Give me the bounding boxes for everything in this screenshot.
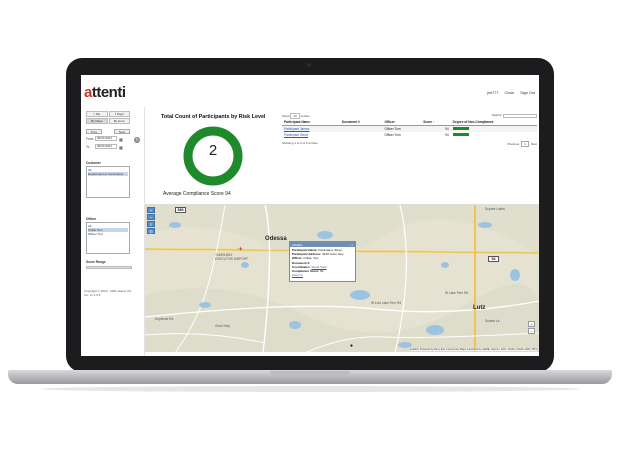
customer-label: Customer (86, 161, 101, 165)
participant-count: 2 (208, 142, 218, 159)
next-page-link[interactable]: Next (531, 142, 537, 146)
from-label: From (86, 137, 94, 141)
map-zoom-controls: + − (528, 321, 535, 334)
map-attribution: Leaflet | Powered by Esri | Esri Communi… (409, 348, 537, 351)
prev-page-link[interactable]: Previous (507, 142, 519, 146)
score-range-slider[interactable] (86, 266, 132, 269)
date-range-tabs: < Mo 7 Days By Days By Hour (86, 111, 130, 124)
map-label-airport: TAMPA BAY EXECUTIVE AIRPORT (215, 253, 248, 261)
map-label-keystone: Keystone Rd (155, 317, 174, 321)
highway-589-shield: 589 (175, 207, 186, 213)
zoom-in-icon[interactable]: + (147, 207, 155, 213)
officer-label: Officer (86, 217, 97, 221)
customer-listbox[interactable]: All Department of Corrections (86, 166, 130, 198)
tab-by-days[interactable]: By Days (86, 118, 108, 124)
main-content: Total Count of Participants by Risk Leve… (145, 107, 539, 356)
page-length: Show 10 entries (282, 112, 310, 119)
non-compliance-cell (451, 132, 537, 138)
map-label-lutz: Lutz (473, 305, 486, 311)
table-search: Search: (491, 113, 537, 118)
highway-54-shield: 54 (488, 256, 499, 262)
popup-score-value: 94 (320, 269, 324, 274)
map-label-sunset: Sunset La (485, 319, 500, 323)
officer-cell: Officer Tom (384, 133, 401, 137)
map-label-lake-fern: W Lake Fern Rd (445, 291, 469, 295)
close-link[interactable]: Close (505, 91, 515, 95)
map-label-odessa: Odessa (265, 236, 287, 242)
calendar-icon[interactable]: ▦ (119, 145, 123, 150)
table-row[interactable]: Participant Steve Officer Tom 94 (282, 132, 537, 138)
participant-name-cell[interactable]: Participant Steve (282, 132, 340, 138)
search-input[interactable] (503, 113, 537, 118)
participant-link[interactable]: Participant Steve (284, 133, 308, 137)
map-label-lutz-lake: W Lutz Lake Fern Rd (371, 301, 402, 305)
participants-table: Participant Name Document # Officer Scor… (282, 119, 537, 138)
popup-body: Participant Name: Participant, Steve Par… (290, 247, 355, 278)
pagination: Previous 1 Next (507, 141, 537, 147)
tab-by-hour[interactable]: By Hour (108, 118, 130, 124)
from-date-input[interactable]: 06/01/2021 (95, 136, 117, 141)
locate-icon[interactable]: ◎ (147, 228, 155, 234)
tab-7-days[interactable]: 7 Days (108, 111, 130, 117)
list-item[interactable]: Department of Corrections (88, 172, 128, 176)
to-date-input[interactable]: 06/01/2021 (95, 144, 117, 149)
tab-1-month[interactable]: < Mo (86, 111, 108, 117)
location-marker-icon[interactable]: ● (350, 343, 353, 349)
participants-table-panel: Show 10 entries Search: Participant Name… (282, 112, 537, 147)
layers-icon[interactable]: ≡ (147, 221, 155, 227)
participant-map[interactable]: + − ≡ ◎ Odessa TAMPA BAY EXECUTIVE AIRPO… (145, 204, 539, 352)
laptop-notch (270, 371, 350, 377)
webcam (307, 63, 311, 67)
attenti-logo: attenti (84, 84, 126, 101)
popup-close-icon[interactable]: × (351, 243, 353, 247)
participant-popup: Lifelabs × Participant Name: Participant… (289, 241, 356, 282)
zoom-out-icon[interactable]: − (147, 214, 155, 220)
laptop-shadow (40, 386, 580, 392)
score-range-label: Score Range (86, 260, 106, 264)
non-compliance-bar (452, 133, 470, 136)
page-1-link[interactable]: 1 (521, 141, 529, 147)
to-label: To (86, 145, 90, 149)
participant-link[interactable]: Participant James (284, 127, 309, 131)
calendar-icon[interactable]: ▦ (119, 137, 123, 142)
map-zoom-out-icon[interactable]: − (528, 328, 535, 334)
map-zoom-in-icon[interactable]: + (528, 321, 535, 327)
popup-title: Lifelabs (292, 242, 303, 247)
average-compliance: Average Compliance Score 94 (163, 191, 231, 197)
refresh-icon[interactable]: ↻ (134, 137, 140, 143)
top-bar: attenti jmt777 Close Sign Out (81, 75, 539, 107)
map-label-gunn: Gunn Hwy (215, 324, 230, 328)
airport-icon: ✈ (238, 247, 244, 253)
document-cell (340, 132, 383, 138)
laptop-mockup: attenti jmt777 Close Sign Out < Mo 7 Day… (0, 0, 620, 454)
user-name: jmt777 (487, 91, 499, 95)
list-item[interactable]: Officer Tom (88, 232, 128, 236)
filter-sidebar: < Mo 7 Days By Days By Hour Prev Next Fr… (81, 107, 145, 356)
show-label: Show (282, 113, 290, 118)
copyright-text: Copyright © 2020 - 2021 attenti US, Inc.… (84, 289, 132, 297)
entries-label: entries (300, 113, 310, 118)
app-screen: attenti jmt777 Close Sign Out < Mo 7 Day… (81, 75, 539, 356)
map-tools: + − ≡ ◎ (147, 207, 155, 234)
score-cell: 94 (445, 133, 449, 137)
zoom-to-link[interactable]: Zoom to (292, 273, 303, 277)
map-label-dupree: Dupree Lakes (485, 207, 505, 211)
donut-title: Total Count of Participants by Risk Leve… (161, 114, 266, 120)
prev-button[interactable]: Prev (86, 129, 102, 134)
next-button[interactable]: Next (114, 129, 130, 134)
table-info: Showing 1 to 2 of 2 entries (282, 141, 318, 145)
officer-listbox[interactable]: All Onkar Tom Officer Tom (86, 222, 130, 254)
popup-address-value: 3449 Gunn Hwy (322, 252, 344, 257)
sign-out-link[interactable]: Sign Out (520, 91, 535, 95)
non-compliance-bar (452, 127, 470, 130)
page-length-select[interactable]: 10 (290, 112, 300, 119)
top-links: jmt777 Close Sign Out (487, 91, 535, 95)
search-label: Search: (491, 113, 503, 118)
